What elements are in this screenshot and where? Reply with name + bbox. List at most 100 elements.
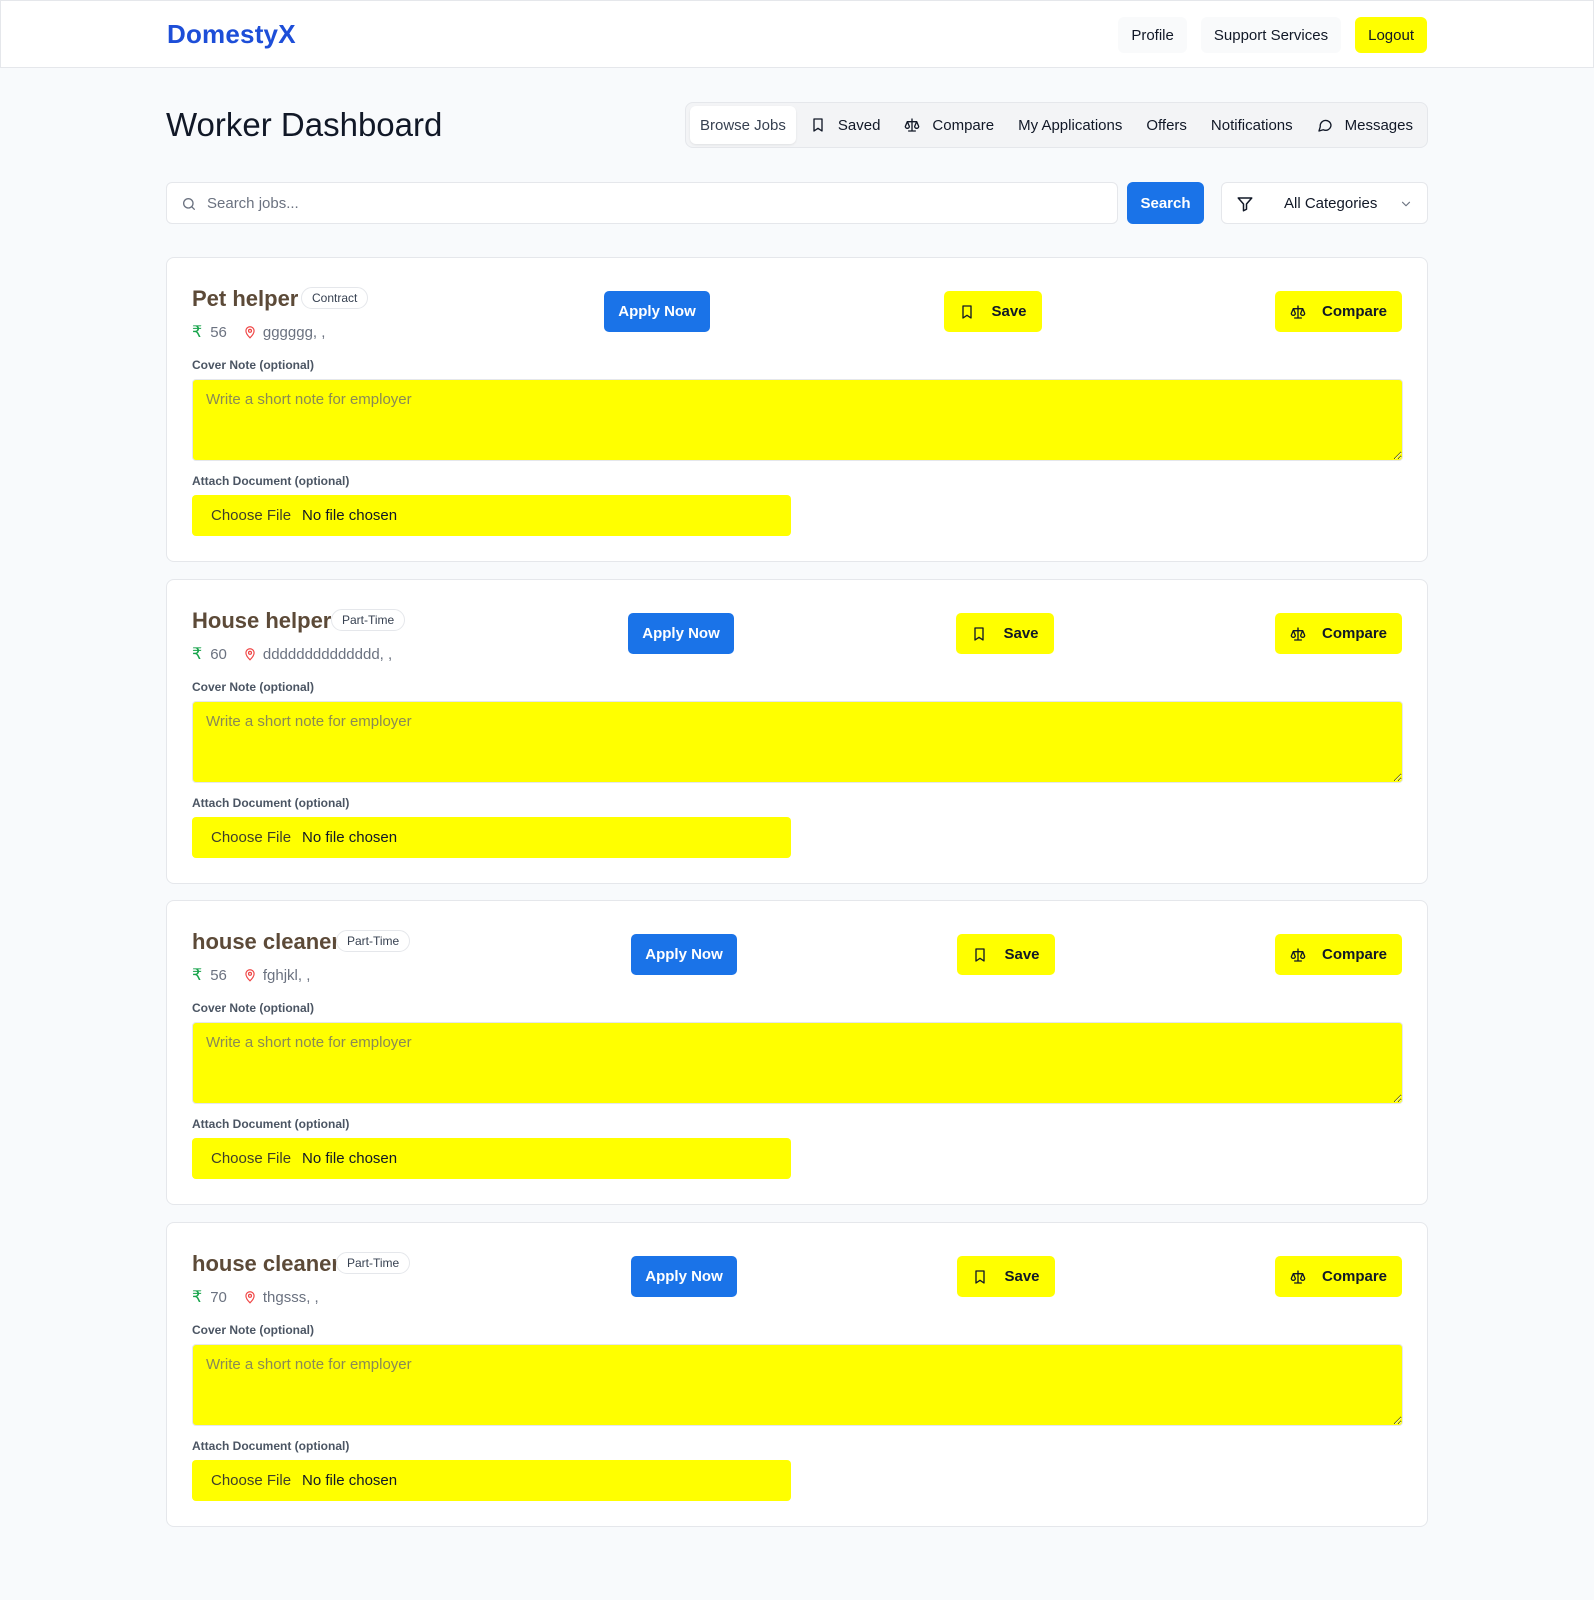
tab-notifications[interactable]: Notifications [1201, 106, 1303, 144]
compare-button[interactable]: Compare [1275, 1256, 1402, 1297]
choose-file-button[interactable]: Choose File [211, 1472, 291, 1489]
cover-note-input[interactable] [192, 1022, 1403, 1104]
scale-icon [905, 118, 920, 132]
location-pin-icon [245, 1291, 255, 1304]
compare-button[interactable]: Compare [1275, 934, 1402, 975]
job-meta: ₹ 60 dddddddddddddd, , [192, 644, 392, 664]
job-type-badge: Part-Time [336, 930, 411, 952]
job-meta: ₹ 56 fghjkl, , [192, 965, 310, 985]
tab-messages[interactable]: Messages [1307, 106, 1423, 144]
location-pin-icon [245, 969, 255, 982]
search-button[interactable]: Search [1127, 182, 1204, 224]
rupee-icon: ₹ [192, 646, 203, 663]
job-pay: 60 [210, 645, 227, 663]
rupee-icon: ₹ [192, 967, 203, 984]
save-button[interactable]: Save [944, 291, 1042, 332]
save-button[interactable]: Save [957, 934, 1055, 975]
tab-browse-jobs[interactable]: Browse Jobs [690, 106, 796, 144]
search-icon [183, 198, 195, 210]
category-value: All Categories [1284, 195, 1378, 212]
job-meta: ₹ 70 thgsss, , [192, 1287, 319, 1307]
job-location: thgsss, , [262, 1288, 319, 1306]
apply-now-button[interactable]: Apply Now [628, 613, 734, 654]
file-input[interactable]: Choose File No file chosen [192, 495, 791, 536]
file-input[interactable]: Choose File No file chosen [192, 1138, 791, 1179]
location-pin-icon [245, 326, 255, 339]
cover-note-input[interactable] [192, 379, 1403, 461]
job-pay: 56 [210, 966, 227, 984]
apply-now-button[interactable]: Apply Now [631, 934, 737, 975]
scale-icon [1290, 947, 1306, 962]
filter-icon [1237, 197, 1253, 212]
attach-document-label: Attach Document (optional) [192, 474, 350, 488]
compare-label: Compare [1321, 1268, 1388, 1285]
compare-label: Compare [1321, 625, 1388, 642]
choose-file-button[interactable]: Choose File [211, 829, 291, 846]
apply-now-button[interactable]: Apply Now [631, 1256, 737, 1297]
choose-file-button[interactable]: Choose File [211, 507, 291, 524]
attach-document-label: Attach Document (optional) [192, 1117, 350, 1131]
rupee-icon: ₹ [192, 324, 203, 341]
scale-icon [1290, 1269, 1306, 1284]
job-card: house cleaner Part-Time ₹ 56 fghjkl, , A… [166, 900, 1428, 1205]
job-title: house cleaner [192, 929, 340, 954]
attach-document-label: Attach Document (optional) [192, 796, 350, 810]
location-pin-icon [245, 648, 255, 661]
top-nav: Profile Support Services Logout [1118, 17, 1427, 53]
bookmark-icon [962, 304, 973, 319]
tab-offers[interactable]: Offers [1136, 106, 1197, 144]
compare-button[interactable]: Compare [1275, 613, 1402, 654]
tab-label: Browse Jobs [700, 116, 786, 134]
cover-note-label: Cover Note (optional) [192, 1323, 314, 1337]
tab-saved[interactable]: Saved [800, 106, 891, 144]
attach-document-label: Attach Document (optional) [192, 1439, 350, 1453]
top-navbar: DomestyX Profile Support Services Logout [0, 0, 1594, 68]
file-input[interactable]: Choose File No file chosen [192, 817, 791, 858]
file-status: No file chosen [302, 1472, 398, 1489]
save-button[interactable]: Save [957, 1256, 1055, 1297]
tab-label: Compare [932, 116, 995, 134]
dashboard-tabs: Browse Jobs Saved Compare My Application… [685, 102, 1428, 148]
choose-file-button[interactable]: Choose File [211, 1150, 291, 1167]
rupee-icon: ₹ [192, 1289, 203, 1306]
scale-icon [1290, 304, 1306, 319]
profile-button[interactable]: Profile [1118, 17, 1187, 53]
job-card: Pet helper Contract ₹ 56 gggggg, , Apply… [166, 257, 1428, 562]
job-type-badge: Contract [301, 287, 369, 309]
chevron-down-icon [1401, 201, 1411, 207]
page-title: Worker Dashboard [166, 106, 443, 143]
apply-now-button[interactable]: Apply Now [604, 291, 710, 332]
save-label: Save [1004, 1268, 1040, 1285]
support-services-button[interactable]: Support Services [1200, 17, 1342, 53]
cover-note-input[interactable] [192, 1344, 1403, 1426]
job-pay: 56 [210, 323, 227, 341]
job-type-badge: Part-Time [336, 1252, 411, 1274]
tab-label: Offers [1146, 116, 1187, 134]
logout-button[interactable]: Logout [1355, 17, 1427, 53]
category-select[interactable]: All Categories [1221, 182, 1428, 224]
tab-my-applications[interactable]: My Applications [1008, 106, 1132, 144]
file-input[interactable]: Choose File No file chosen [192, 1460, 791, 1501]
compare-label: Compare [1321, 946, 1388, 963]
bookmark-icon [974, 626, 985, 641]
tab-label: Messages [1344, 116, 1413, 134]
save-label: Save [1003, 625, 1039, 642]
cover-note-input[interactable] [192, 701, 1403, 783]
tab-compare[interactable]: Compare [894, 106, 1004, 144]
save-button[interactable]: Save [956, 613, 1054, 654]
job-meta: ₹ 56 gggggg, , [192, 322, 325, 342]
compare-button[interactable]: Compare [1275, 291, 1402, 332]
scale-icon [1290, 626, 1306, 641]
bookmark-icon [975, 947, 986, 962]
job-location: gggggg, , [262, 323, 326, 341]
search-input[interactable] [207, 183, 1107, 223]
job-title: house cleaner [192, 1251, 340, 1276]
brand-logo[interactable]: DomestyX [167, 19, 296, 50]
search-bar [166, 182, 1118, 224]
cover-note-label: Cover Note (optional) [192, 358, 314, 372]
save-label: Save [991, 303, 1027, 320]
file-status: No file chosen [302, 507, 398, 524]
job-title: Pet helper [192, 286, 299, 311]
bookmark-icon [813, 118, 823, 132]
cover-note-label: Cover Note (optional) [192, 1001, 314, 1015]
